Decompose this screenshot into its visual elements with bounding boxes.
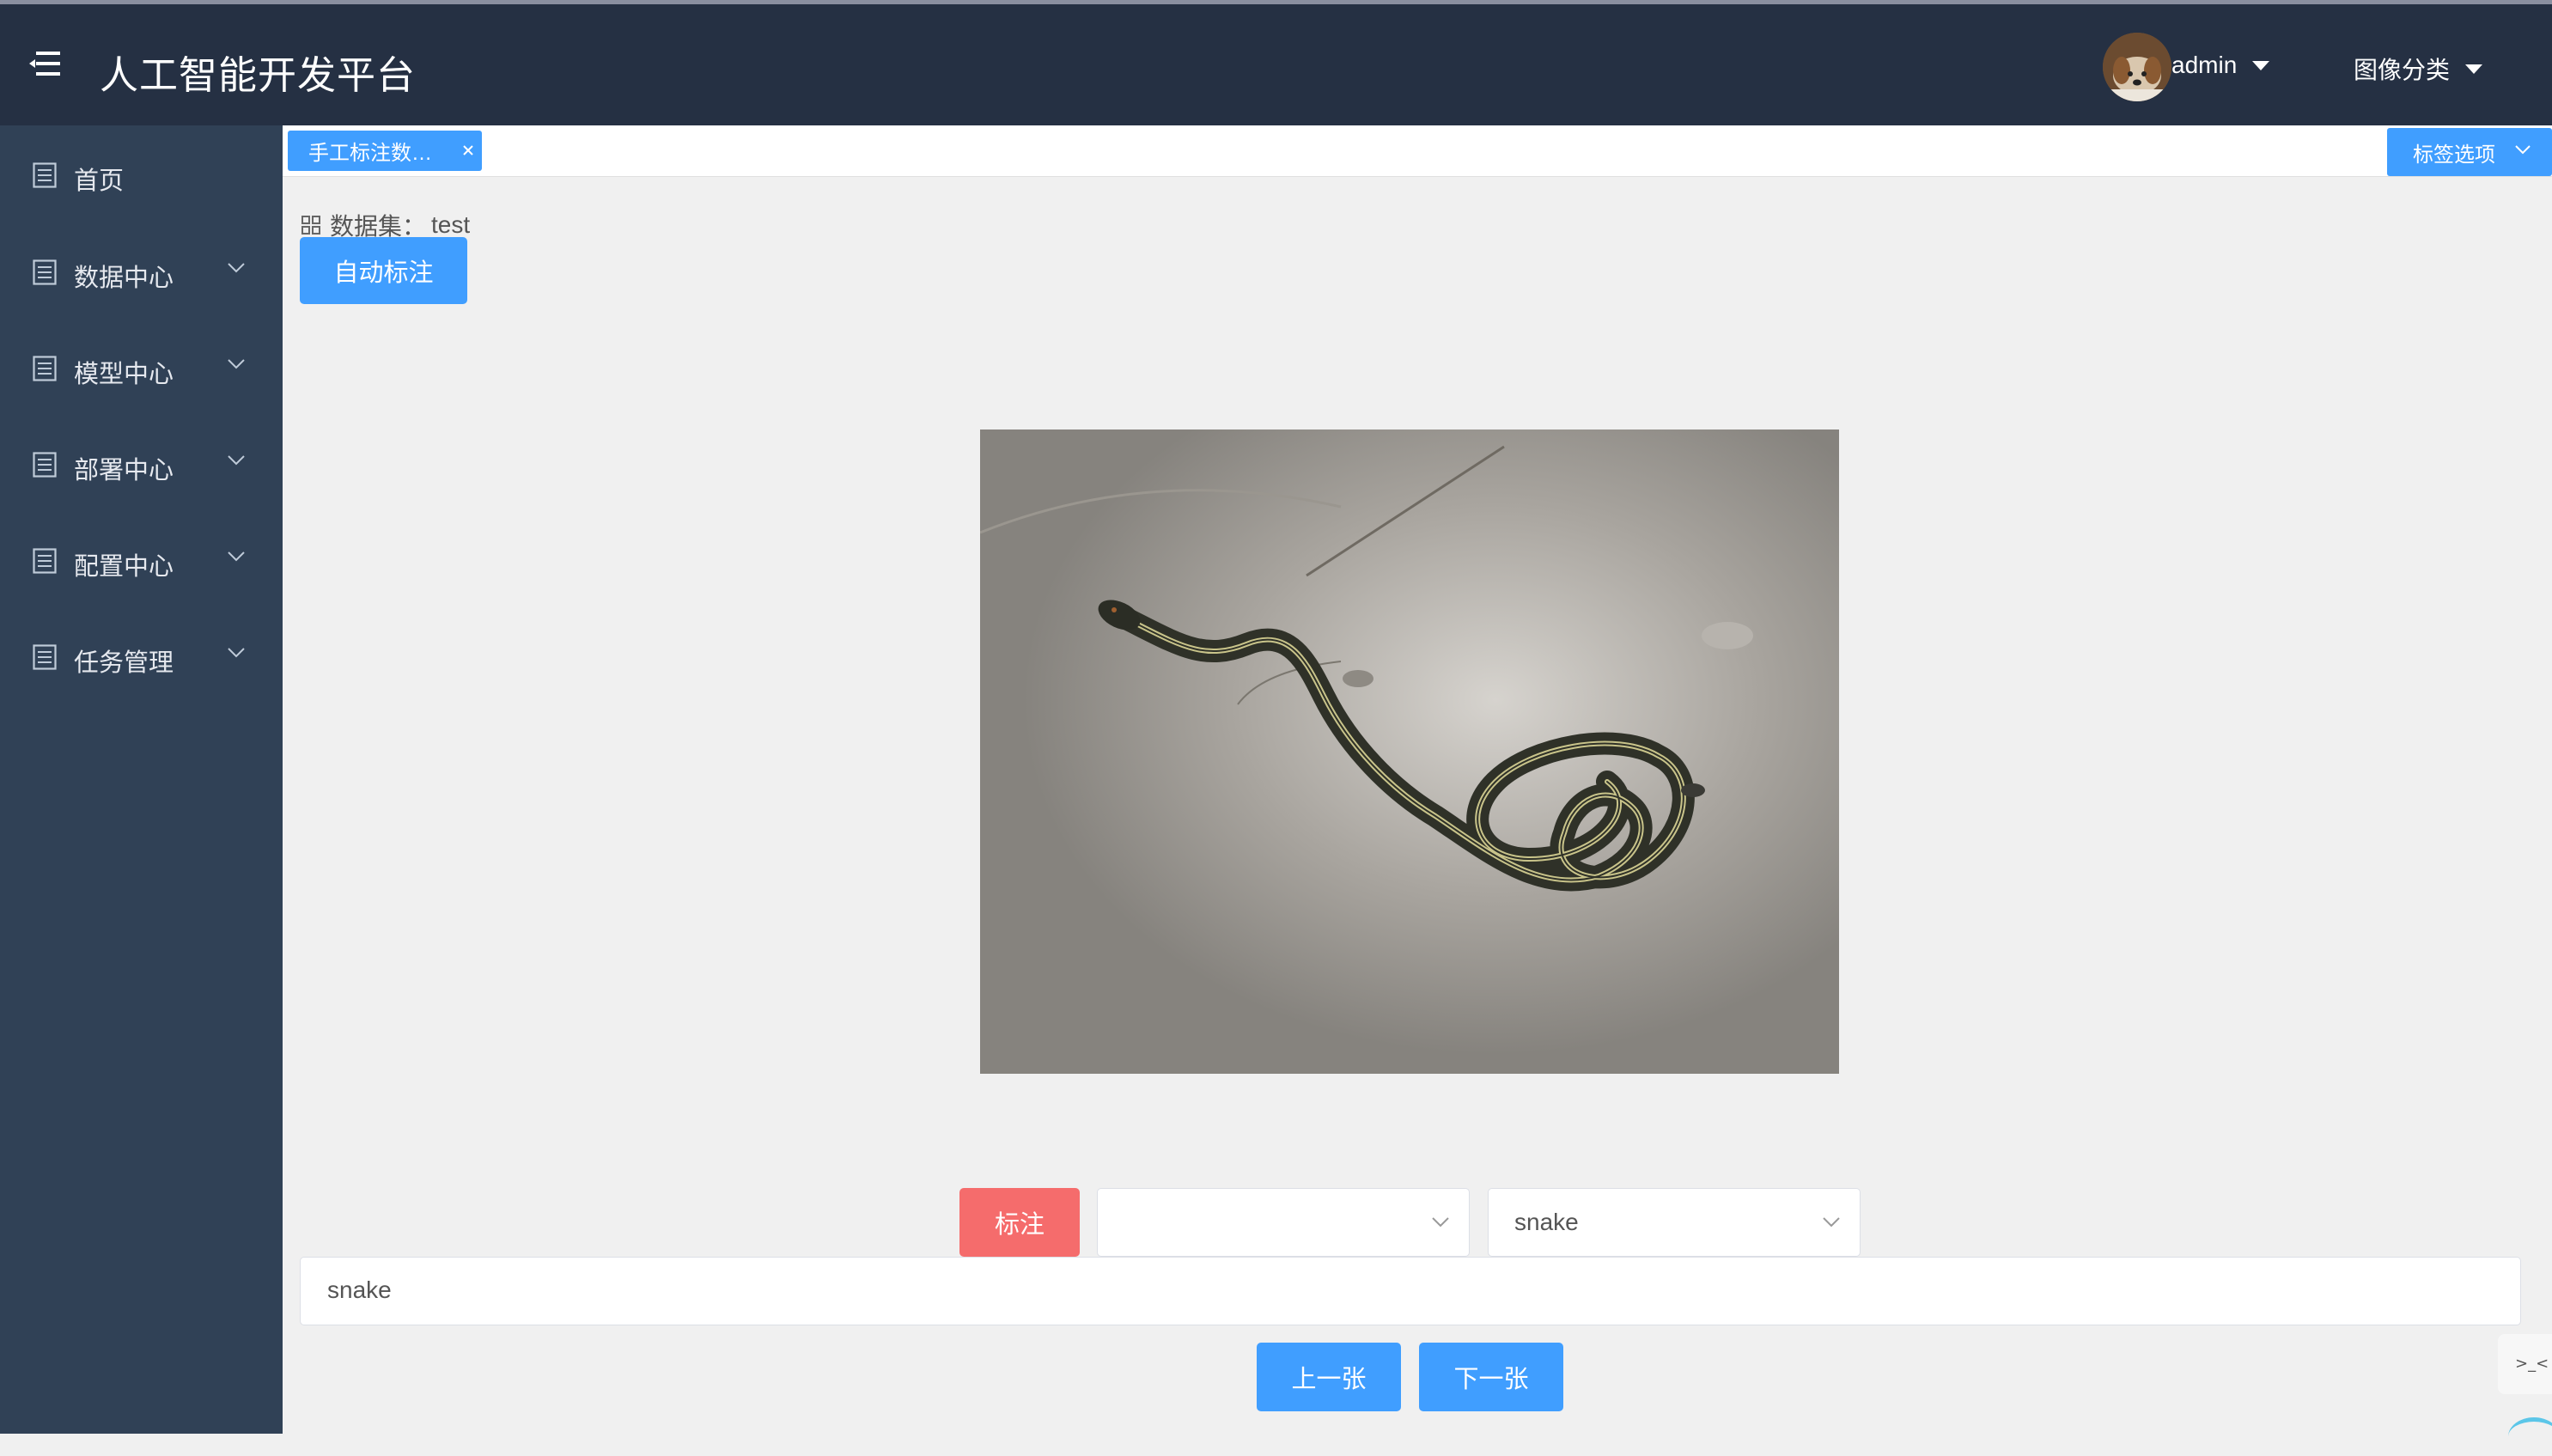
chevron-down-icon (1432, 1217, 1449, 1228)
label-select-first[interactable] (1097, 1188, 1470, 1257)
sidebar-item-task-management[interactable]: 任务管理 (0, 620, 283, 689)
caret-down-icon (2252, 60, 2270, 70)
top-navbar: 人工智能开发平台 admin 图像分类 (0, 4, 2552, 125)
tab-options-button[interactable]: 标签选项 (2387, 128, 2552, 176)
svg-text:>_<: >_< (2515, 1355, 2549, 1373)
sidebar-item-label: 模型中心 (74, 361, 174, 388)
list-icon (33, 452, 57, 478)
sidebar-item-label: 任务管理 (74, 649, 174, 677)
chevron-down-icon (228, 455, 245, 466)
sidebar-item-label: 数据中心 (74, 265, 174, 292)
caret-down-icon (2465, 64, 2483, 74)
previous-image-button[interactable]: 上一张 (1257, 1343, 1401, 1411)
label-result-field[interactable]: snake (300, 1257, 2521, 1325)
sidebar-item-data-center[interactable]: 数据中心 (0, 235, 283, 304)
sidebar: 首页 数据中心 模型中心 部署中心 配置中心 任务管理 (0, 125, 283, 1434)
sidebar-item-label: 部署中心 (74, 457, 174, 484)
list-icon (33, 259, 57, 285)
dataset-value: test (431, 211, 471, 238)
sidebar-item-config-center[interactable]: 配置中心 (0, 524, 283, 593)
sidebar-item-model-center[interactable]: 模型中心 (0, 332, 283, 400)
hamburger-icon[interactable] (29, 49, 62, 78)
chevron-down-icon (1823, 1217, 1840, 1228)
list-icon (33, 548, 57, 574)
sidebar-item-label: 配置中心 (74, 553, 174, 581)
list-icon (33, 644, 57, 670)
assistant-icon: >_< (2515, 1355, 2549, 1373)
assistant-widget[interactable]: >_< (2498, 1334, 2552, 1394)
auto-label-button[interactable]: 自动标注 (300, 237, 467, 304)
label-select-second[interactable]: snake (1488, 1188, 1861, 1257)
list-icon (33, 356, 57, 381)
user-menu[interactable]: admin (2171, 52, 2270, 79)
close-icon[interactable] (460, 142, 477, 159)
decorative-arc (2508, 1417, 2552, 1456)
next-image-button[interactable]: 下一张 (1419, 1343, 1563, 1411)
sidebar-item-deploy-center[interactable]: 部署中心 (0, 428, 283, 497)
mark-button[interactable]: 标注 (959, 1188, 1080, 1257)
chevron-down-icon (228, 359, 245, 369)
chevron-down-icon (2515, 145, 2531, 155)
tabs-bar: 手工标注数… (283, 125, 2552, 177)
tab-manual-annotation[interactable]: 手工标注数… (288, 131, 482, 171)
app-title: 人工智能开发平台 (100, 53, 417, 97)
sidebar-item-home[interactable]: 首页 (0, 138, 283, 207)
tab-options-label: 标签选项 (2413, 143, 2495, 167)
module-name: 图像分类 (2354, 57, 2451, 83)
list-icon (33, 162, 57, 188)
tab-label: 手工标注数… (308, 142, 432, 165)
select-value: snake (1514, 1209, 1579, 1235)
module-menu[interactable]: 图像分类 (2354, 52, 2483, 86)
annotation-image (980, 429, 1839, 1074)
result-value: snake (327, 1276, 392, 1303)
user-avatar[interactable] (2103, 33, 2171, 101)
sidebar-item-label: 首页 (74, 168, 125, 195)
chevron-down-icon (228, 648, 245, 658)
chevron-down-icon (228, 551, 245, 562)
user-name: admin (2171, 52, 2238, 78)
grid-icon (301, 216, 320, 235)
chevron-down-icon (228, 263, 245, 273)
